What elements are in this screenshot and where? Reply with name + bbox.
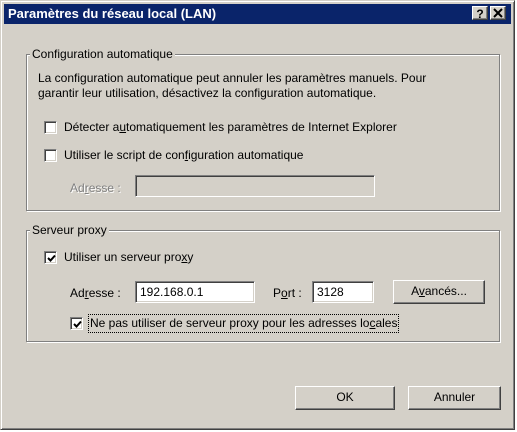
- script-address-label: Adresse :: [70, 181, 121, 195]
- window-title: Paramètres du réseau local (LAN): [8, 6, 217, 21]
- close-button[interactable]: [490, 6, 506, 20]
- detect-settings-checkbox[interactable]: [44, 121, 57, 134]
- close-icon: [493, 8, 503, 18]
- checkmark-icon: [73, 320, 82, 328]
- auto-config-script-label[interactable]: Utiliser le script de configuration auto…: [64, 148, 303, 163]
- use-proxy-label[interactable]: Utiliser un serveur proxy: [64, 250, 193, 265]
- proxy-address-label: Adresse :: [70, 286, 121, 300]
- title-bar[interactable]: Paramètres du réseau local (LAN) ?: [4, 4, 511, 24]
- script-address-input[interactable]: [135, 175, 375, 197]
- auto-config-script-checkbox[interactable]: [44, 149, 57, 162]
- bypass-local-label[interactable]: Ne pas utiliser de serveur proxy pour le…: [87, 314, 400, 333]
- auto-config-description-line1: La configuration automatique peut annule…: [38, 71, 427, 85]
- checkmark-icon: [47, 254, 56, 262]
- proxy-server-legend: Serveur proxy: [30, 223, 109, 237]
- detect-settings-label[interactable]: Détecter automatiquement les paramètres …: [64, 120, 397, 135]
- help-button[interactable]: ?: [472, 6, 488, 21]
- ok-button[interactable]: OK: [295, 386, 395, 410]
- cancel-button[interactable]: Annuler: [408, 386, 501, 410]
- advanced-button[interactable]: Avancés...: [393, 280, 485, 304]
- auto-config-legend: Configuration automatique: [30, 47, 175, 61]
- use-proxy-checkbox[interactable]: [44, 251, 57, 264]
- auto-config-description-line2: garantir leur utilisation, désactivez la…: [38, 86, 377, 100]
- lan-settings-dialog: Paramètres du réseau local (LAN) ? Confi…: [0, 0, 515, 430]
- proxy-address-input[interactable]: 192.168.0.1: [135, 281, 255, 303]
- proxy-port-input[interactable]: 3128: [312, 281, 374, 303]
- proxy-port-label: Port :: [273, 286, 302, 300]
- bypass-local-checkbox[interactable]: [70, 317, 83, 330]
